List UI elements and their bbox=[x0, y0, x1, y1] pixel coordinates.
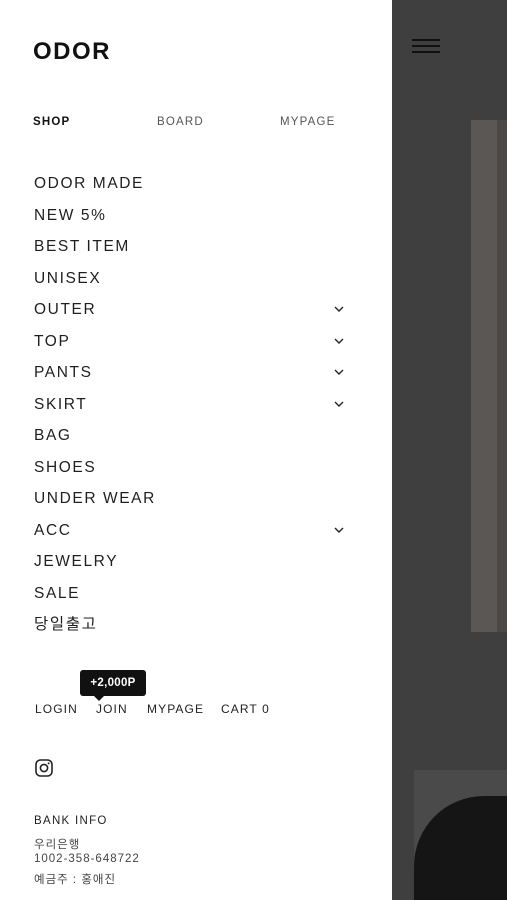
menu-item-best-item[interactable]: BEST ITEM bbox=[34, 235, 348, 267]
menu-item-label: PANTS bbox=[34, 364, 93, 381]
mypage-link[interactable]: MYPAGE bbox=[147, 702, 204, 716]
menu-item-label: SALE bbox=[34, 584, 81, 602]
menu-item-label: BAG bbox=[34, 427, 72, 444]
menu-item-pants[interactable]: PANTS bbox=[34, 361, 348, 393]
menu-item-sale[interactable]: SALE bbox=[34, 582, 348, 614]
menu-item-bag[interactable]: BAG bbox=[34, 424, 348, 456]
menu-item-label: 당일출고 bbox=[34, 616, 98, 633]
hamburger-menu-icon[interactable] bbox=[412, 39, 440, 55]
bank-name: 우리은행 bbox=[34, 839, 81, 851]
menu-item-unisex[interactable]: UNISEX bbox=[34, 267, 348, 299]
menu-item-label: ACC bbox=[34, 521, 72, 539]
menu-item-skirt[interactable]: SKIRT bbox=[34, 393, 348, 425]
menu-item-top[interactable]: TOP bbox=[34, 330, 348, 362]
drawer-tabs: SHOP BOARD MYPAGE bbox=[33, 116, 343, 132]
menu-item-label: UNISEX bbox=[34, 269, 102, 287]
menu-item-same-day-shipping[interactable]: 당일출고 bbox=[34, 613, 348, 645]
menu-item-label: SHOES bbox=[34, 458, 97, 476]
menu-item-jewelry[interactable]: JEWELRY bbox=[34, 550, 348, 582]
side-drawer: ODOR SHOP BOARD MYPAGE ODOR MADE NEW 5% … bbox=[0, 0, 392, 900]
login-link[interactable]: LOGIN bbox=[35, 702, 78, 716]
brand-logo[interactable]: ODOR bbox=[33, 38, 111, 66]
tab-shop[interactable]: SHOP bbox=[33, 116, 70, 128]
menu-item-acc[interactable]: ACC bbox=[34, 519, 348, 551]
menu-item-new[interactable]: NEW 5% bbox=[34, 204, 348, 236]
menu-item-label: UNDER WEAR bbox=[34, 490, 156, 507]
tab-mypage[interactable]: MYPAGE bbox=[280, 116, 336, 128]
product-image bbox=[471, 120, 507, 632]
category-menu: ODOR MADE NEW 5% BEST ITEM UNISEX OUTER … bbox=[34, 172, 348, 645]
menu-item-shoes[interactable]: SHOES bbox=[34, 456, 348, 488]
chevron-down-icon[interactable] bbox=[334, 525, 344, 535]
menu-item-under-wear[interactable]: UNDER WEAR bbox=[34, 487, 348, 519]
join-point-badge: +2,000P bbox=[80, 670, 146, 701]
chevron-down-icon[interactable] bbox=[334, 336, 344, 346]
menu-item-label: OUTER bbox=[34, 301, 97, 318]
bank-account-holder: 예금주 : 홍애진 bbox=[34, 874, 117, 886]
join-link[interactable]: JOIN bbox=[96, 702, 128, 716]
bank-info-title: BANK INFO bbox=[34, 815, 108, 827]
bank-account-number: 1002-358-648722 bbox=[34, 853, 140, 865]
product-image bbox=[414, 770, 507, 900]
page-dim-overlay[interactable] bbox=[392, 0, 507, 900]
instagram-icon[interactable] bbox=[35, 759, 53, 777]
menu-item-label: BEST ITEM bbox=[34, 238, 130, 255]
chevron-down-icon[interactable] bbox=[334, 304, 344, 314]
menu-item-label: NEW 5% bbox=[34, 206, 107, 224]
chevron-down-icon[interactable] bbox=[334, 399, 344, 409]
menu-item-label: ODOR MADE bbox=[34, 175, 144, 192]
menu-item-label: SKIRT bbox=[34, 395, 88, 413]
menu-item-label: TOP bbox=[34, 332, 71, 350]
cart-link[interactable]: CART 0 bbox=[221, 702, 270, 716]
chevron-down-icon[interactable] bbox=[334, 367, 344, 377]
menu-item-outer[interactable]: OUTER bbox=[34, 298, 348, 330]
menu-item-odor-made[interactable]: ODOR MADE bbox=[34, 172, 348, 204]
menu-item-label: JEWELRY bbox=[34, 553, 119, 570]
tab-board[interactable]: BOARD bbox=[157, 116, 204, 128]
